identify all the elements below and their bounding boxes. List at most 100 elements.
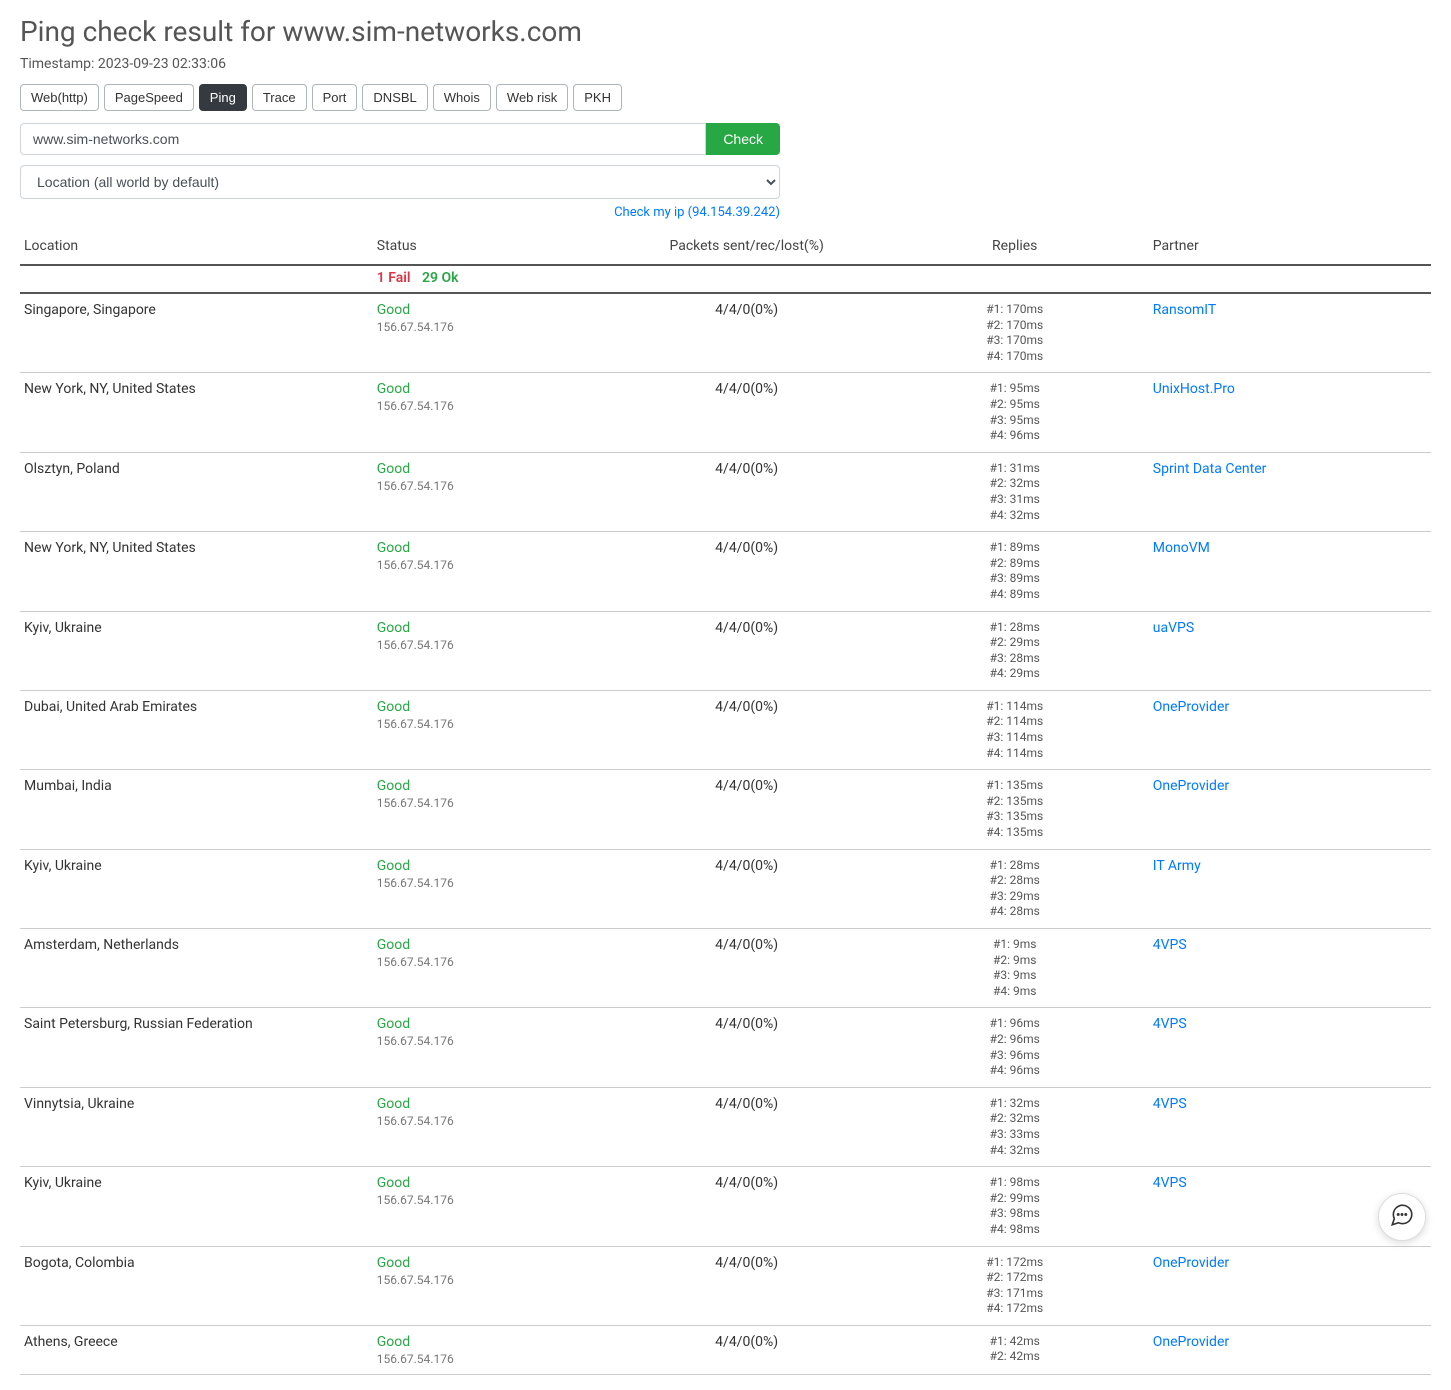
partner-link[interactable]: Sprint Data Center — [1153, 461, 1267, 477]
partner-link[interactable]: IT Army — [1153, 858, 1201, 874]
cell-location: Athens, Greece — [20, 1325, 373, 1374]
table-row: New York, NY, United StatesGood156.67.54… — [20, 373, 1431, 452]
partner-link[interactable]: OneProvider — [1153, 1334, 1229, 1350]
partner-link[interactable]: OneProvider — [1153, 699, 1229, 715]
cell-partner: OneProvider — [1149, 690, 1431, 769]
cell-status: Good156.67.54.176 — [373, 849, 613, 928]
partner-link[interactable]: 4VPS — [1153, 1016, 1187, 1032]
tab-whois[interactable]: Whois — [433, 84, 491, 111]
cell-replies: #1: 98ms#2: 99ms#3: 98ms#4: 98ms — [881, 1167, 1149, 1246]
resolved-ip: 156.67.54.176 — [377, 479, 609, 493]
tab-web-http-[interactable]: Web(http) — [20, 84, 99, 111]
status-badge: Good — [377, 699, 410, 715]
cell-replies: #1: 42ms#2: 42ms — [881, 1325, 1149, 1374]
cell-status: Good 156.67.54.176 — [373, 452, 613, 531]
partner-link[interactable]: 4VPS — [1153, 937, 1187, 953]
cell-status: Good156.67.54.176 — [373, 929, 613, 1008]
cell-packets: 4/4/0(0%) — [613, 1008, 881, 1087]
cell-replies: #1: 172ms#2: 172ms#3: 171ms#4: 172ms — [881, 1246, 1149, 1325]
cell-location: Vinnytsia, Ukraine — [20, 1087, 373, 1166]
cell-location: Singapore, Singapore — [20, 293, 373, 373]
cell-replies: #1: 170ms#2: 170ms#3: 170ms#4: 170ms — [881, 293, 1149, 373]
chat-icon — [1389, 1202, 1415, 1232]
cell-status: Good156.67.54.176 — [373, 611, 613, 690]
cell-location: Amsterdam, Netherlands — [20, 929, 373, 1008]
status-badge: Good — [377, 778, 410, 794]
table-row: Athens, GreeceGood156.67.54.1764/4/0(0%)… — [20, 1325, 1431, 1374]
tab-ping[interactable]: Ping — [199, 84, 247, 111]
resolved-ip: 156.67.54.176 — [377, 1114, 609, 1128]
cell-packets: 4/4/0(0%) — [613, 1325, 881, 1374]
th-replies: Replies — [881, 230, 1149, 265]
status-badge: Good — [377, 461, 410, 477]
table-row: Saint Petersburg, Russian FederationGood… — [20, 1008, 1431, 1087]
partner-link[interactable]: 4VPS — [1153, 1175, 1187, 1191]
partner-link[interactable]: OneProvider — [1153, 1255, 1229, 1271]
resolved-ip: 156.67.54.176 — [377, 796, 609, 810]
tab-port[interactable]: Port — [312, 84, 358, 111]
th-location: Location — [20, 230, 373, 265]
cell-location: New York, NY, United States — [20, 373, 373, 452]
cell-packets: 4/4/0(0%) — [613, 1167, 881, 1246]
resolved-ip: 156.67.54.176 — [377, 638, 609, 652]
status-badge: Good — [377, 1016, 410, 1032]
results-table: Location Status Packets sent/rec/lost(%)… — [20, 230, 1431, 1375]
cell-replies: #1: 135ms#2: 135ms#3: 135ms#4: 135ms — [881, 770, 1149, 849]
cell-partner: MonoVM — [1149, 532, 1431, 611]
tab-dnsbl[interactable]: DNSBL — [362, 84, 427, 111]
status-badge: Good — [377, 858, 410, 874]
page-title: Ping check result for www.sim-networks.c… — [20, 15, 1431, 48]
cell-packets: 4/4/0(0%) — [613, 293, 881, 373]
partner-link[interactable]: MonoVM — [1153, 540, 1210, 556]
cell-status: Good 156.67.54.176 — [373, 770, 613, 849]
cell-location: Mumbai, India — [20, 770, 373, 849]
partner-link[interactable]: OneProvider — [1153, 778, 1229, 794]
chat-widget-button[interactable] — [1378, 1193, 1426, 1241]
cell-status: Good156.67.54.176 — [373, 1325, 613, 1374]
table-row: Kyiv, UkraineGood156.67.54.1764/4/0(0%)#… — [20, 849, 1431, 928]
cell-status: Good156.67.54.176 — [373, 1246, 613, 1325]
cell-packets: 4/4/0(0%) — [613, 690, 881, 769]
cell-packets: 4/4/0(0%) — [613, 849, 881, 928]
timestamp: Timestamp: 2023-09-23 02:33:06 — [20, 56, 1431, 72]
partner-link[interactable]: RansomIT — [1153, 302, 1216, 318]
cell-replies: #1: 96ms#2: 96ms#3: 96ms#4: 96ms — [881, 1008, 1149, 1087]
resolved-ip: 156.67.54.176 — [377, 399, 609, 413]
resolved-ip: 156.67.54.176 — [377, 717, 609, 731]
host-input[interactable] — [20, 123, 706, 155]
cell-location: Kyiv, Ukraine — [20, 611, 373, 690]
tab-web-risk[interactable]: Web risk — [496, 84, 568, 111]
cell-replies: #1: 9ms#2: 9ms#3: 9ms#4: 9ms — [881, 929, 1149, 1008]
cell-partner: 4VPS — [1149, 929, 1431, 1008]
cell-location: Kyiv, Ukraine — [20, 849, 373, 928]
tool-tabs: Web(http)PageSpeedPingTracePortDNSBLWhoi… — [20, 84, 1431, 111]
summary-row: 1 Fail 29 Ok — [20, 265, 1431, 293]
status-badge: Good — [377, 540, 410, 556]
check-button[interactable]: Check — [706, 123, 780, 155]
location-select[interactable]: Location (all world by default) — [20, 165, 780, 199]
cell-replies: #1: 114ms#2: 114ms#3: 114ms#4: 114ms — [881, 690, 1149, 769]
cell-status: Good156.67.54.176 — [373, 1008, 613, 1087]
partner-link[interactable]: UnixHost.Pro — [1153, 381, 1235, 397]
check-my-ip-link[interactable]: Check my ip (94.154.39.242) — [614, 205, 780, 220]
cell-replies: #1: 89ms#2: 89ms#3: 89ms#4: 89ms — [881, 532, 1149, 611]
partner-link[interactable]: 4VPS — [1153, 1096, 1187, 1112]
table-row: New York, NY, United StatesGood156.67.54… — [20, 532, 1431, 611]
cell-partner: OneProvider — [1149, 1246, 1431, 1325]
partner-link[interactable]: uaVPS — [1153, 620, 1194, 636]
cell-packets: 4/4/0(0%) — [613, 532, 881, 611]
cell-partner: OneProvider — [1149, 770, 1431, 849]
table-row: Amsterdam, NetherlandsGood156.67.54.176 4… — [20, 929, 1431, 1008]
cell-status: Good156.67.54.176 — [373, 293, 613, 373]
resolved-ip: 156.67.54.176 — [377, 955, 609, 969]
tab-trace[interactable]: Trace — [252, 84, 307, 111]
tab-pkh[interactable]: PKH — [573, 84, 622, 111]
resolved-ip: 156.67.54.176 — [377, 1273, 609, 1287]
tab-pagespeed[interactable]: PageSpeed — [104, 84, 194, 111]
table-row: Dubai, United Arab EmiratesGood156.67.54… — [20, 690, 1431, 769]
cell-packets: 4/4/0(0%) — [613, 1087, 881, 1166]
cell-partner: 4VPS — [1149, 1087, 1431, 1166]
cell-partner: OneProvider — [1149, 1325, 1431, 1374]
cell-packets: 4/4/0(0%) — [613, 373, 881, 452]
status-badge: Good — [377, 1096, 410, 1112]
